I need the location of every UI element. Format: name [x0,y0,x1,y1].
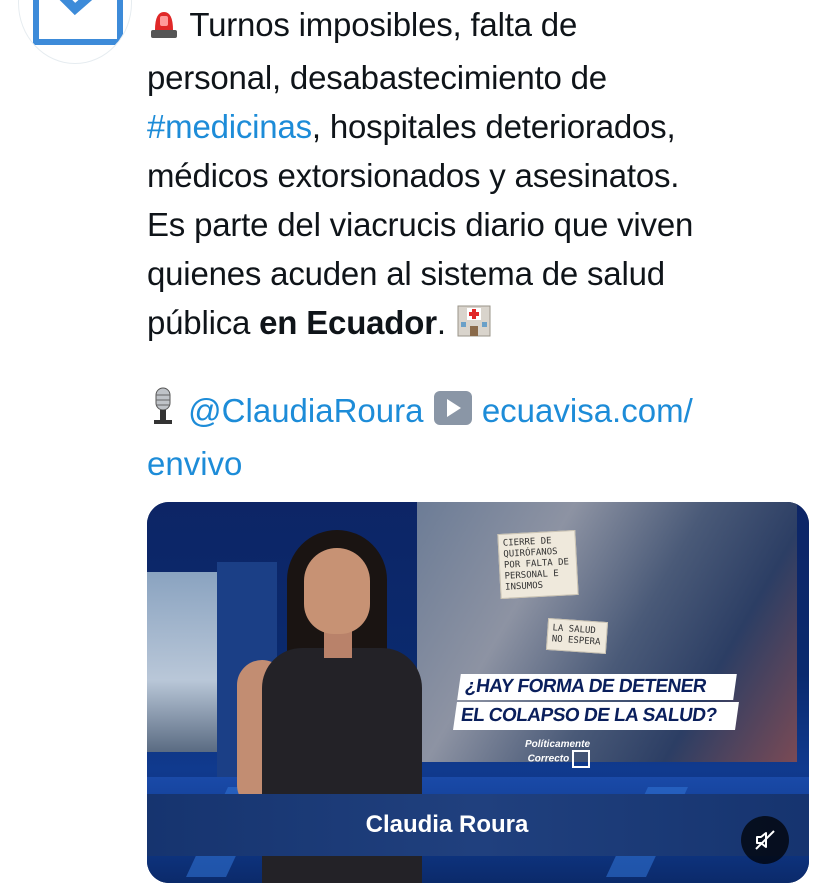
bold-text: en Ecuador [259,304,437,341]
muted-speaker-icon [755,830,775,850]
protest-sign-1: CIERRE DE QUIRÓFANOS POR FALTA DE PERSON… [497,530,579,599]
brand-line-2: Correcto [525,750,591,768]
protest-sign-2: LA SALUD NO ESPERA [545,617,609,655]
hashtag-link[interactable]: #medicinas [147,108,312,145]
avatar[interactable] [18,0,132,64]
microphone-emoji [147,386,179,439]
tweet-line-1: Turnos imposibles, falta de [147,0,807,53]
tweet-line-3: #medicinas, hospitales deteriorados, [147,108,676,145]
police-light-emoji [147,4,181,53]
presenter-face [304,548,370,634]
brand-line-1: Políticamente [525,739,591,750]
headline-line-1: ¿HAY FORMA DE DETENER [457,674,737,700]
tweet-line-4: médicos extorsionados y asesinatos. [147,157,680,194]
url-link-continued[interactable]: envivo [147,439,807,488]
url-link[interactable]: ecuavisa.com/ [482,392,693,429]
show-brand: Políticamente Correcto [525,739,591,768]
headline-line-2: EL COLAPSO DE LA SALUD? [453,702,739,730]
tweet-line-6: quienes acuden al sistema de salud [147,255,665,292]
studio-screen-left [147,572,217,752]
hospital-emoji [455,302,493,351]
play-button-emoji [433,390,473,439]
tweet-line-5: Es parte del viacrucis diario que viven [147,206,694,243]
mute-button[interactable] [741,816,789,864]
video-player[interactable]: CIERRE DE QUIRÓFANOS POR FALTA DE PERSON… [147,502,809,883]
presenter-name: Claudia Roura [365,811,529,838]
tweet-line-2: personal, desabastecimiento de [147,59,607,96]
tweet-credit: @ClaudiaRoura ecuavisa.com/ envivo [147,386,807,488]
mention-link[interactable]: @ClaudiaRoura [188,392,423,429]
brand-check-icon [572,750,591,768]
checkbox-logo-icon [33,0,123,45]
tweet-line-7: pública en Ecuador. [147,298,807,351]
tweet-text: Turnos imposibles, falta de personal, de… [147,0,807,351]
